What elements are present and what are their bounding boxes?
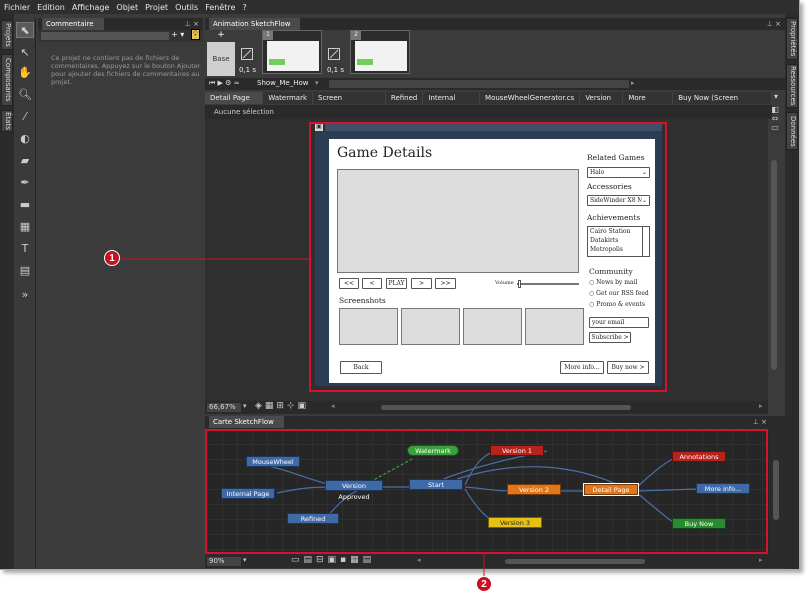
callout-1: 1	[104, 250, 120, 266]
callout-2: 2	[476, 576, 492, 592]
callout-leaders	[121, 258, 485, 576]
